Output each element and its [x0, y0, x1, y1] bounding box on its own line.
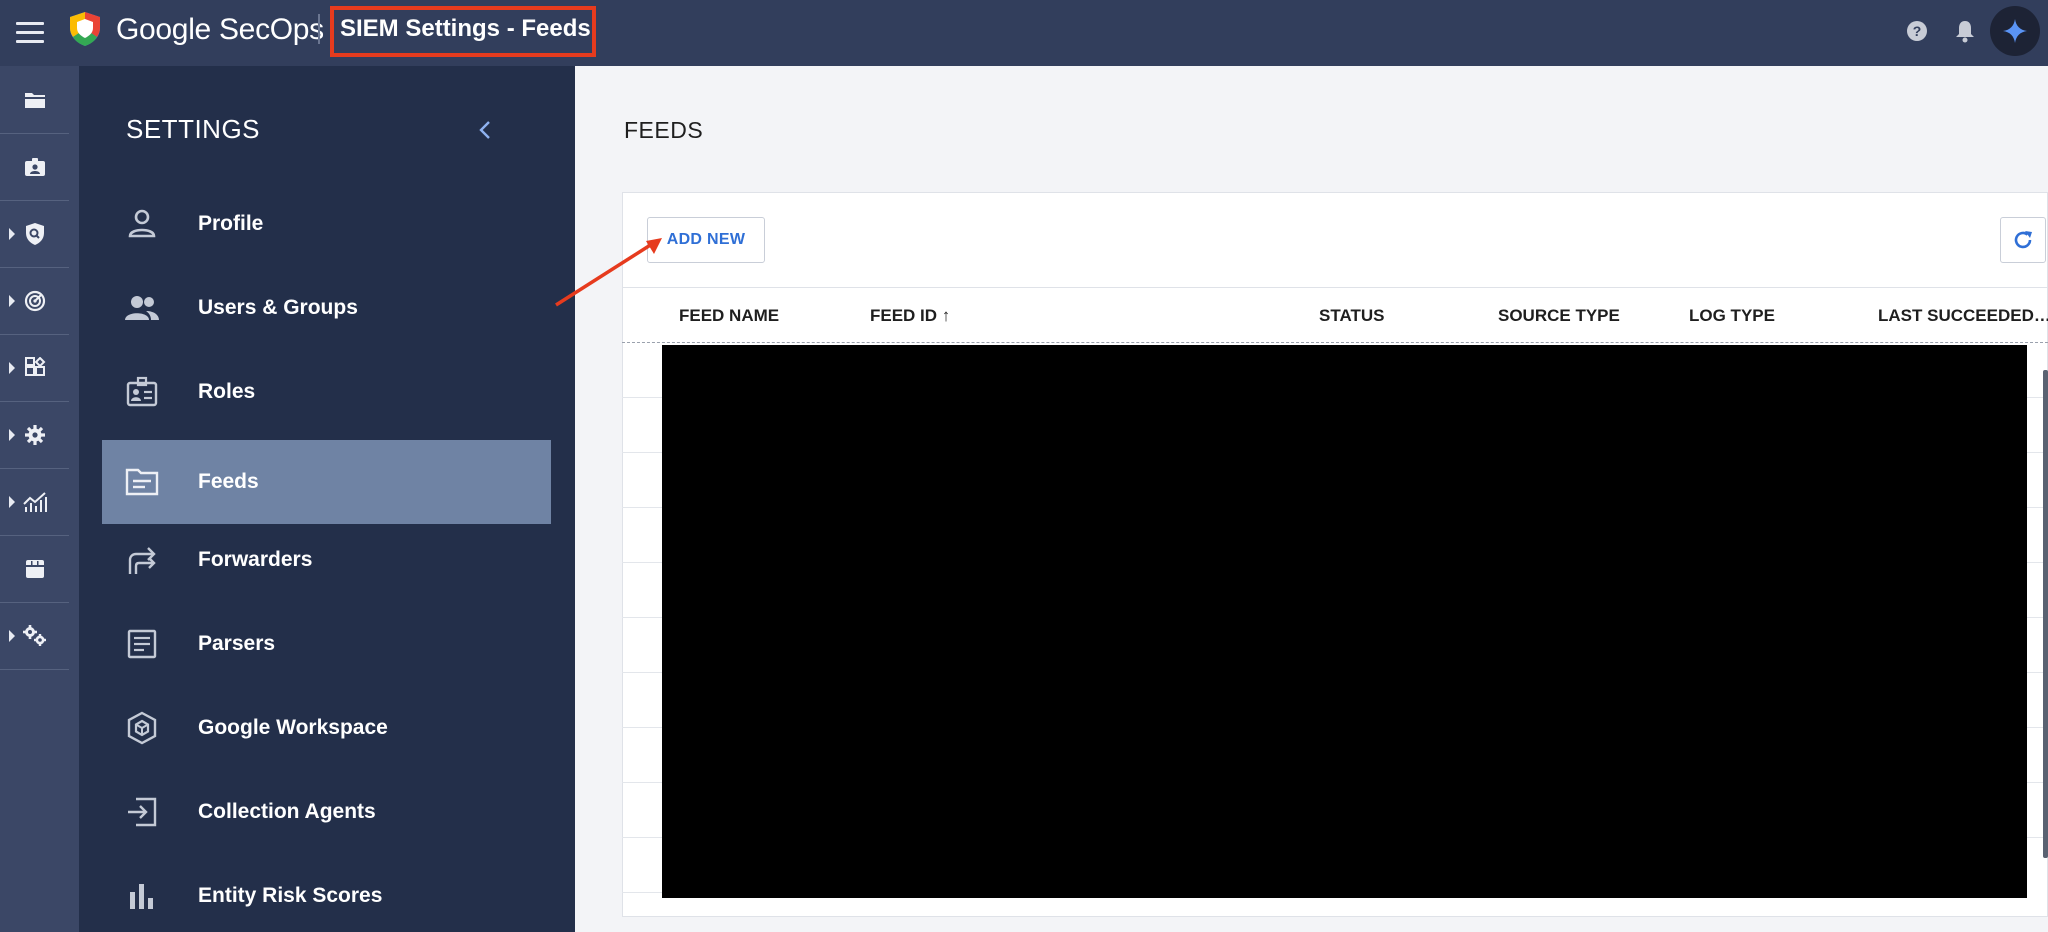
- table-row-divider: [622, 617, 662, 618]
- sidebar-item-profile[interactable]: Profile: [102, 182, 551, 266]
- sidebar-item-label: Entity Risk Scores: [198, 884, 383, 907]
- radar-icon: [24, 290, 45, 311]
- store-icon: [25, 559, 44, 578]
- gear-icon: [24, 424, 45, 445]
- brand-name: Google SecOps: [116, 13, 324, 46]
- caret-right-icon: [9, 227, 15, 240]
- secops-logo: [70, 12, 100, 46]
- sidebar-item-collection-agents[interactable]: Collection Agents: [102, 770, 551, 854]
- caret-right-icon: [9, 428, 15, 441]
- bar-chart-icon: [130, 884, 153, 909]
- group-icon: [125, 296, 159, 320]
- feeds-icon: [125, 468, 159, 496]
- refresh-button[interactable]: [2000, 217, 2046, 263]
- folder-icon: [24, 92, 45, 108]
- table-row-divider: [622, 892, 662, 893]
- rail-item-detection[interactable]: [0, 200, 69, 268]
- id-badge-icon: [24, 157, 45, 176]
- help-icon[interactable]: ?: [1902, 16, 1932, 46]
- sidebar-item-entity-risk-scores[interactable]: Entity Risk Scores: [102, 854, 551, 932]
- person-icon: [128, 209, 156, 238]
- column-log-type[interactable]: LOG TYPE: [1689, 306, 1775, 326]
- sidebar-item-google-workspace[interactable]: Google Workspace: [102, 686, 551, 770]
- table-row-divider: [622, 507, 662, 508]
- widgets-icon: [24, 356, 45, 376]
- sidebar-item-users-groups[interactable]: Users & Groups: [102, 266, 551, 350]
- page-title: SIEM Settings - Feeds: [340, 15, 591, 42]
- column-last-succeeded[interactable]: LAST SUCCEEDED…: [1878, 306, 2048, 326]
- table-row-divider: [622, 397, 662, 398]
- feeds-heading: FEEDS: [624, 117, 704, 143]
- roles-icon: [126, 376, 158, 407]
- add-new-button[interactable]: ADD NEW: [647, 217, 765, 263]
- svg-text:?: ?: [1913, 23, 1922, 39]
- caret-right-icon: [9, 495, 15, 508]
- sparkle-icon[interactable]: [1990, 6, 2040, 56]
- sidebar-item-label: Google Workspace: [198, 716, 388, 739]
- chevron-left-icon: [479, 121, 490, 139]
- table-row-divider: [622, 562, 662, 563]
- menu-icon[interactable]: [12, 15, 48, 51]
- rail-item-response[interactable]: [0, 401, 69, 469]
- analytics-icon: [22, 491, 47, 512]
- caret-right-icon: [9, 294, 15, 307]
- sidebar-item-feeds[interactable]: Feeds: [102, 440, 551, 524]
- column-feed-id[interactable]: FEED ID ↑: [870, 306, 950, 326]
- rail-item-analytics[interactable]: [0, 468, 69, 536]
- sidebar-item-label: Feeds: [198, 470, 259, 493]
- sidebar-item-label: Parsers: [198, 632, 276, 655]
- rail-item-cases[interactable]: [0, 133, 69, 201]
- workspace-icon: [127, 711, 157, 745]
- parser-icon: [127, 629, 157, 659]
- brand-divider: [318, 14, 320, 44]
- rail-item-dashboards[interactable]: [0, 334, 69, 402]
- column-source-type[interactable]: SOURCE TYPE: [1498, 306, 1620, 326]
- sidebar-item-label: Forwarders: [198, 548, 313, 571]
- table-row-divider: [622, 727, 662, 728]
- sidebar-item-label: Profile: [198, 212, 264, 235]
- sidebar-item-forwarders[interactable]: Forwarders: [102, 518, 551, 602]
- sidebar-title: SETTINGS: [126, 114, 261, 144]
- table-scrollbar[interactable]: [2043, 370, 2048, 858]
- sidebar-item-parsers[interactable]: Parsers: [102, 602, 551, 686]
- table-header-row: FEED NAME FEED ID ↑ STATUS SOURCE TYPE L…: [622, 287, 2048, 343]
- table-row-divider: [622, 672, 662, 673]
- sidebar-item-label: Roles: [198, 380, 256, 403]
- table-row-divider: [622, 782, 662, 783]
- rail-item-investigation[interactable]: [0, 267, 69, 335]
- sidebar-item-label: Collection Agents: [198, 800, 376, 823]
- login-icon: [128, 797, 157, 827]
- shield-search-icon: [25, 222, 44, 245]
- navigation-rail: [0, 66, 79, 932]
- rail-item-settings[interactable]: [0, 602, 69, 670]
- sidebar-item-roles[interactable]: Roles: [102, 350, 551, 434]
- caret-right-icon: [9, 361, 15, 374]
- rail-item-folder[interactable]: [0, 66, 69, 134]
- top-bar: Google SecOps SIEM Settings - Feeds ?: [0, 0, 2048, 66]
- bell-icon[interactable]: [1950, 16, 1980, 46]
- table-row-divider: [622, 837, 662, 838]
- collapse-sidebar-button[interactable]: [471, 112, 499, 148]
- gears-icon: [22, 624, 46, 646]
- forward-icon: [128, 547, 156, 574]
- column-status[interactable]: STATUS: [1319, 306, 1384, 326]
- rail-item-marketplace[interactable]: [0, 535, 69, 603]
- refresh-icon: [2014, 231, 2032, 249]
- table-row-divider: [622, 452, 662, 453]
- settings-sidebar: SETTINGS Profile Users & Groups Roles Fe…: [79, 66, 575, 932]
- sidebar-item-label: Users & Groups: [198, 296, 358, 319]
- caret-right-icon: [9, 629, 15, 642]
- column-feed-name[interactable]: FEED NAME: [679, 306, 779, 326]
- redacted-table-rows: [662, 345, 2027, 898]
